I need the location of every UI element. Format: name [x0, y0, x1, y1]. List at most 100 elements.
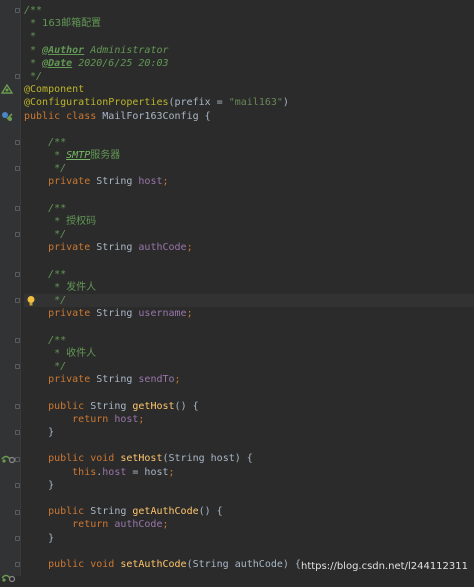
fold-marker-icon[interactable] [15, 166, 20, 172]
fold-divider [20, 0, 21, 576]
code-line[interactable]: * 授权码 [24, 215, 474, 228]
code-token: */ [24, 229, 67, 241]
code-line[interactable] [24, 123, 474, 136]
code-token: /** [24, 268, 67, 280]
fold-marker-icon[interactable] [15, 298, 20, 304]
code-line[interactable]: public void setHost(String host) { [24, 452, 474, 465]
fold-marker-icon[interactable] [15, 338, 20, 343]
code-token: * [24, 216, 67, 227]
code-line[interactable] [24, 255, 474, 268]
code-line[interactable]: * SMTP服务器 [24, 149, 474, 162]
code-token: * [24, 31, 37, 43]
code-token: * [24, 150, 67, 162]
code-token: private [24, 242, 97, 254]
fold-marker-icon[interactable] [15, 140, 20, 145]
code-token: String [96, 176, 139, 188]
code-token: (prefix = [168, 97, 229, 109]
code-line[interactable]: * @Date 2020/6/25 20:03 [24, 57, 474, 70]
code-token: () { [198, 506, 223, 518]
fold-marker-icon[interactable] [15, 483, 20, 489]
spring-property-icon[interactable] [1, 453, 16, 465]
code-token: this [24, 466, 97, 478]
fold-marker-icon[interactable] [15, 536, 20, 541]
code-line[interactable]: * 发件人 [24, 281, 474, 294]
fold-marker-icon[interactable] [15, 456, 20, 462]
code-line[interactable]: private String username; [24, 307, 474, 320]
code-line[interactable]: private String sendTo; [24, 373, 474, 386]
code-token: authCode [114, 519, 163, 531]
code-line[interactable]: public String getAuthCode() { [24, 505, 474, 518]
code-token: /** [24, 334, 67, 346]
code-editor[interactable]: /** * 163邮箱配置 * * @Author Administrator … [24, 4, 474, 571]
fold-marker-icon[interactable] [15, 8, 20, 13]
code-token: getHost [132, 400, 175, 412]
spring-bean-icon[interactable] [0, 83, 15, 96]
code-token: */ [24, 361, 67, 373]
code-token: host [114, 413, 139, 425]
fold-marker-icon[interactable] [15, 404, 20, 409]
code-line[interactable]: /** [24, 268, 474, 281]
code-token: @Author [42, 44, 85, 56]
fold-marker-icon[interactable] [15, 74, 20, 79]
code-line[interactable]: * [24, 30, 474, 43]
code-token: getAuthCode [132, 506, 199, 518]
code-line[interactable] [24, 439, 474, 452]
code-line[interactable] [24, 386, 474, 399]
code-line[interactable] [24, 545, 474, 558]
code-line[interactable]: @ConfigurationProperties(prefix = "mail1… [24, 96, 474, 109]
code-line[interactable]: } [24, 426, 474, 439]
code-line[interactable]: */ [24, 162, 474, 175]
code-line[interactable]: private String authCode; [24, 241, 474, 254]
code-line[interactable]: /** [24, 334, 474, 347]
fold-marker-icon[interactable] [15, 509, 20, 515]
code-line[interactable]: */ [24, 294, 474, 308]
code-line[interactable]: return host; [24, 413, 474, 426]
code-token: private [24, 308, 97, 320]
code-line[interactable] [24, 492, 474, 505]
code-token: return [24, 519, 115, 531]
code-line[interactable]: /** [24, 4, 474, 17]
code-token: sendTo [138, 374, 175, 386]
code-line[interactable]: /** [24, 136, 474, 149]
code-token: String [96, 242, 139, 254]
code-token: ; [186, 242, 193, 254]
code-token: () { [174, 400, 199, 412]
code-token: String [96, 308, 139, 320]
code-token: (String authCode) { [186, 558, 301, 570]
code-line[interactable]: public String getHost() { [24, 400, 474, 413]
code-token: * [24, 347, 67, 359]
fold-marker-icon[interactable] [15, 364, 20, 370]
code-line[interactable] [24, 321, 474, 334]
code-line[interactable]: public class MailFor163Config { [24, 110, 474, 123]
code-token: String [90, 400, 133, 412]
spring-config-icon[interactable] [1, 110, 15, 122]
fold-marker-icon[interactable] [15, 562, 20, 568]
code-line[interactable]: } [24, 532, 474, 545]
code-line[interactable]: return authCode; [24, 518, 474, 531]
code-line[interactable]: @Component [24, 83, 474, 96]
code-line[interactable]: */ [24, 70, 474, 83]
code-line[interactable]: * 收件人 [24, 347, 474, 360]
code-line[interactable]: * @Author Administrator [24, 44, 474, 57]
watermark: https://blog.csdn.net/l244112311 [300, 561, 468, 572]
code-line[interactable]: this.host = host; [24, 466, 474, 479]
code-line[interactable]: */ [24, 228, 474, 241]
code-line[interactable]: /** [24, 202, 474, 215]
code-token: authCode [138, 242, 187, 254]
code-token: ; [174, 374, 181, 386]
fold-marker-icon[interactable] [15, 430, 20, 436]
fold-marker-icon[interactable] [15, 206, 20, 211]
fold-marker-icon[interactable] [15, 272, 20, 277]
spring-property-icon[interactable] [1, 572, 16, 584]
code-token: 163邮箱配置 [42, 18, 102, 30]
fold-marker-icon[interactable] [15, 232, 20, 238]
lightbulb-icon[interactable] [26, 295, 40, 307]
code-token: public [24, 400, 91, 412]
code-line[interactable]: private String host; [24, 175, 474, 188]
code-token: private [24, 176, 97, 188]
code-line[interactable]: } [24, 479, 474, 492]
code-line[interactable]: * 163邮箱配置 [24, 17, 474, 30]
code-line[interactable] [24, 189, 474, 202]
code-line[interactable]: */ [24, 360, 474, 373]
code-token: public void [24, 558, 121, 570]
